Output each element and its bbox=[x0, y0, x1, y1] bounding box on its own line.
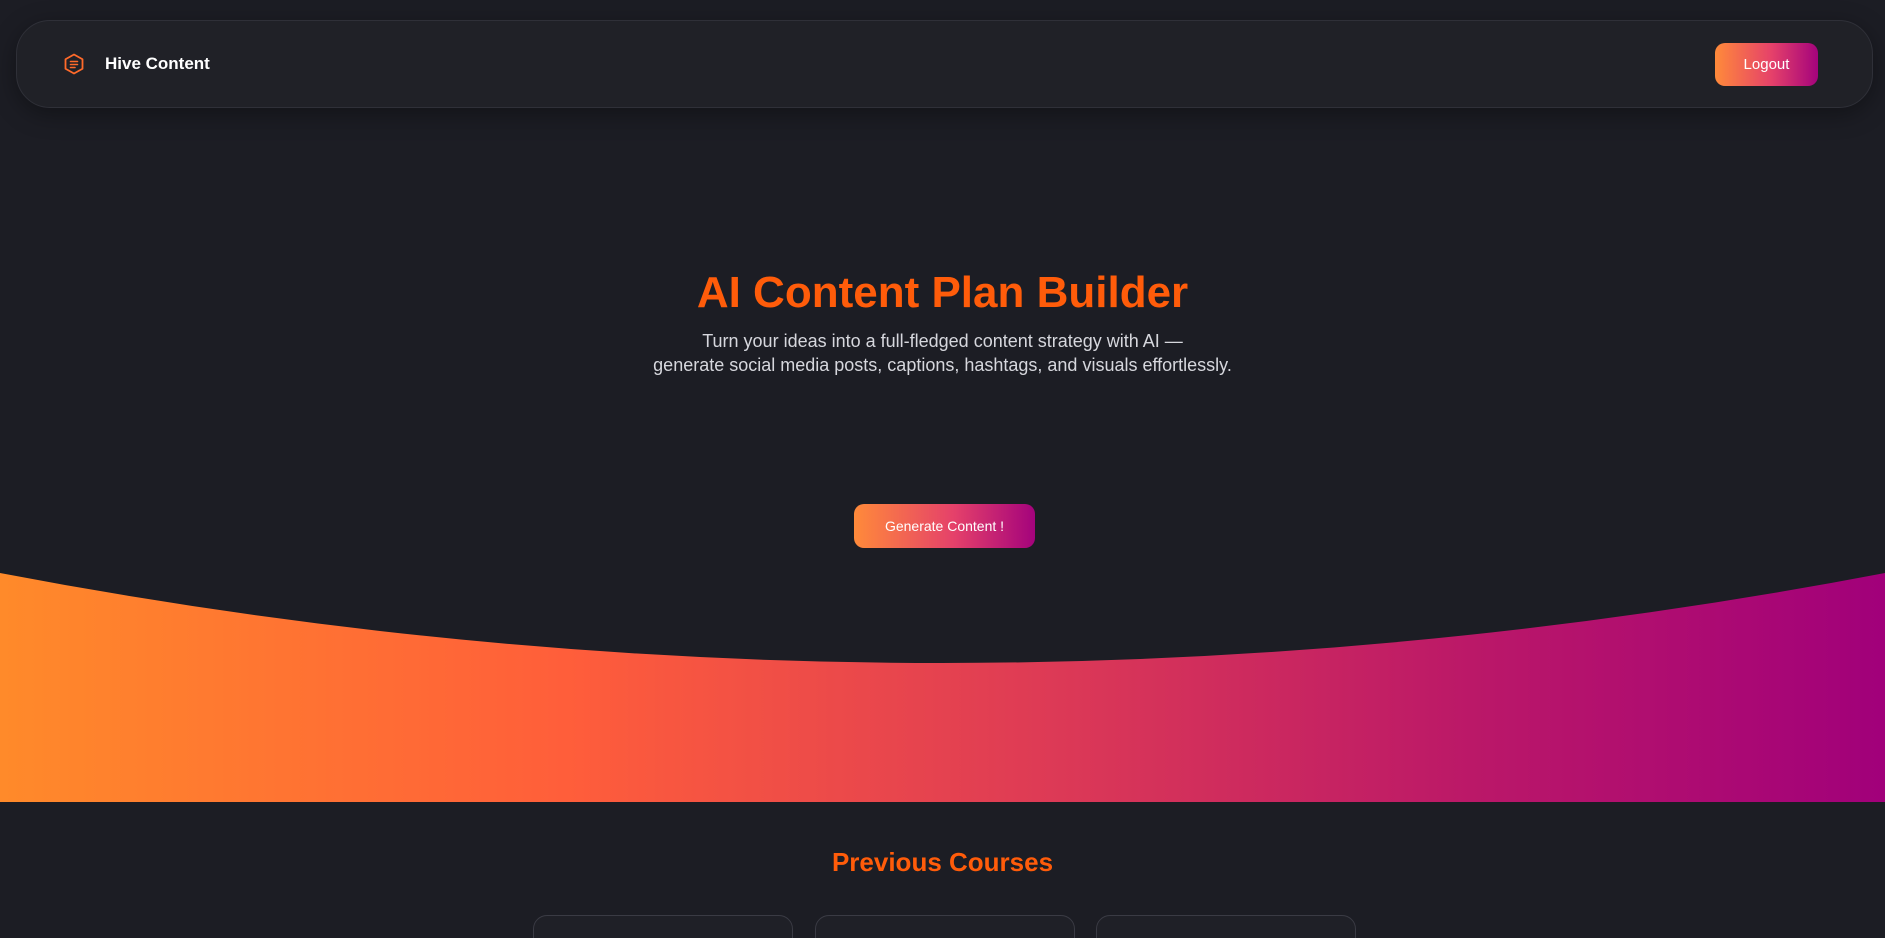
hero-subtitle-line-1: Turn your ideas into a full-fledged cont… bbox=[702, 331, 1183, 351]
generate-content-button[interactable]: Generate Content ! bbox=[854, 504, 1035, 548]
logout-button[interactable]: Logout bbox=[1715, 43, 1818, 86]
course-card[interactable] bbox=[533, 915, 793, 938]
previous-courses-title: Previous Courses bbox=[831, 847, 1054, 877]
course-card[interactable] bbox=[815, 915, 1075, 938]
navbar: Hive Content Logout bbox=[16, 20, 1873, 108]
page: Hive Content Logout AI Content Plan Buil… bbox=[0, 0, 1885, 938]
brand[interactable]: Hive Content bbox=[63, 53, 210, 75]
document-hexagon-icon bbox=[63, 53, 85, 75]
page-title: AI Content Plan Builder bbox=[696, 268, 1189, 317]
hero-wave-decoration bbox=[0, 573, 1885, 802]
brand-name: Hive Content bbox=[105, 54, 210, 73]
hero-subtitle-line-2: generate social media posts, captions, h… bbox=[653, 355, 1232, 375]
course-card[interactable] bbox=[1096, 915, 1356, 938]
